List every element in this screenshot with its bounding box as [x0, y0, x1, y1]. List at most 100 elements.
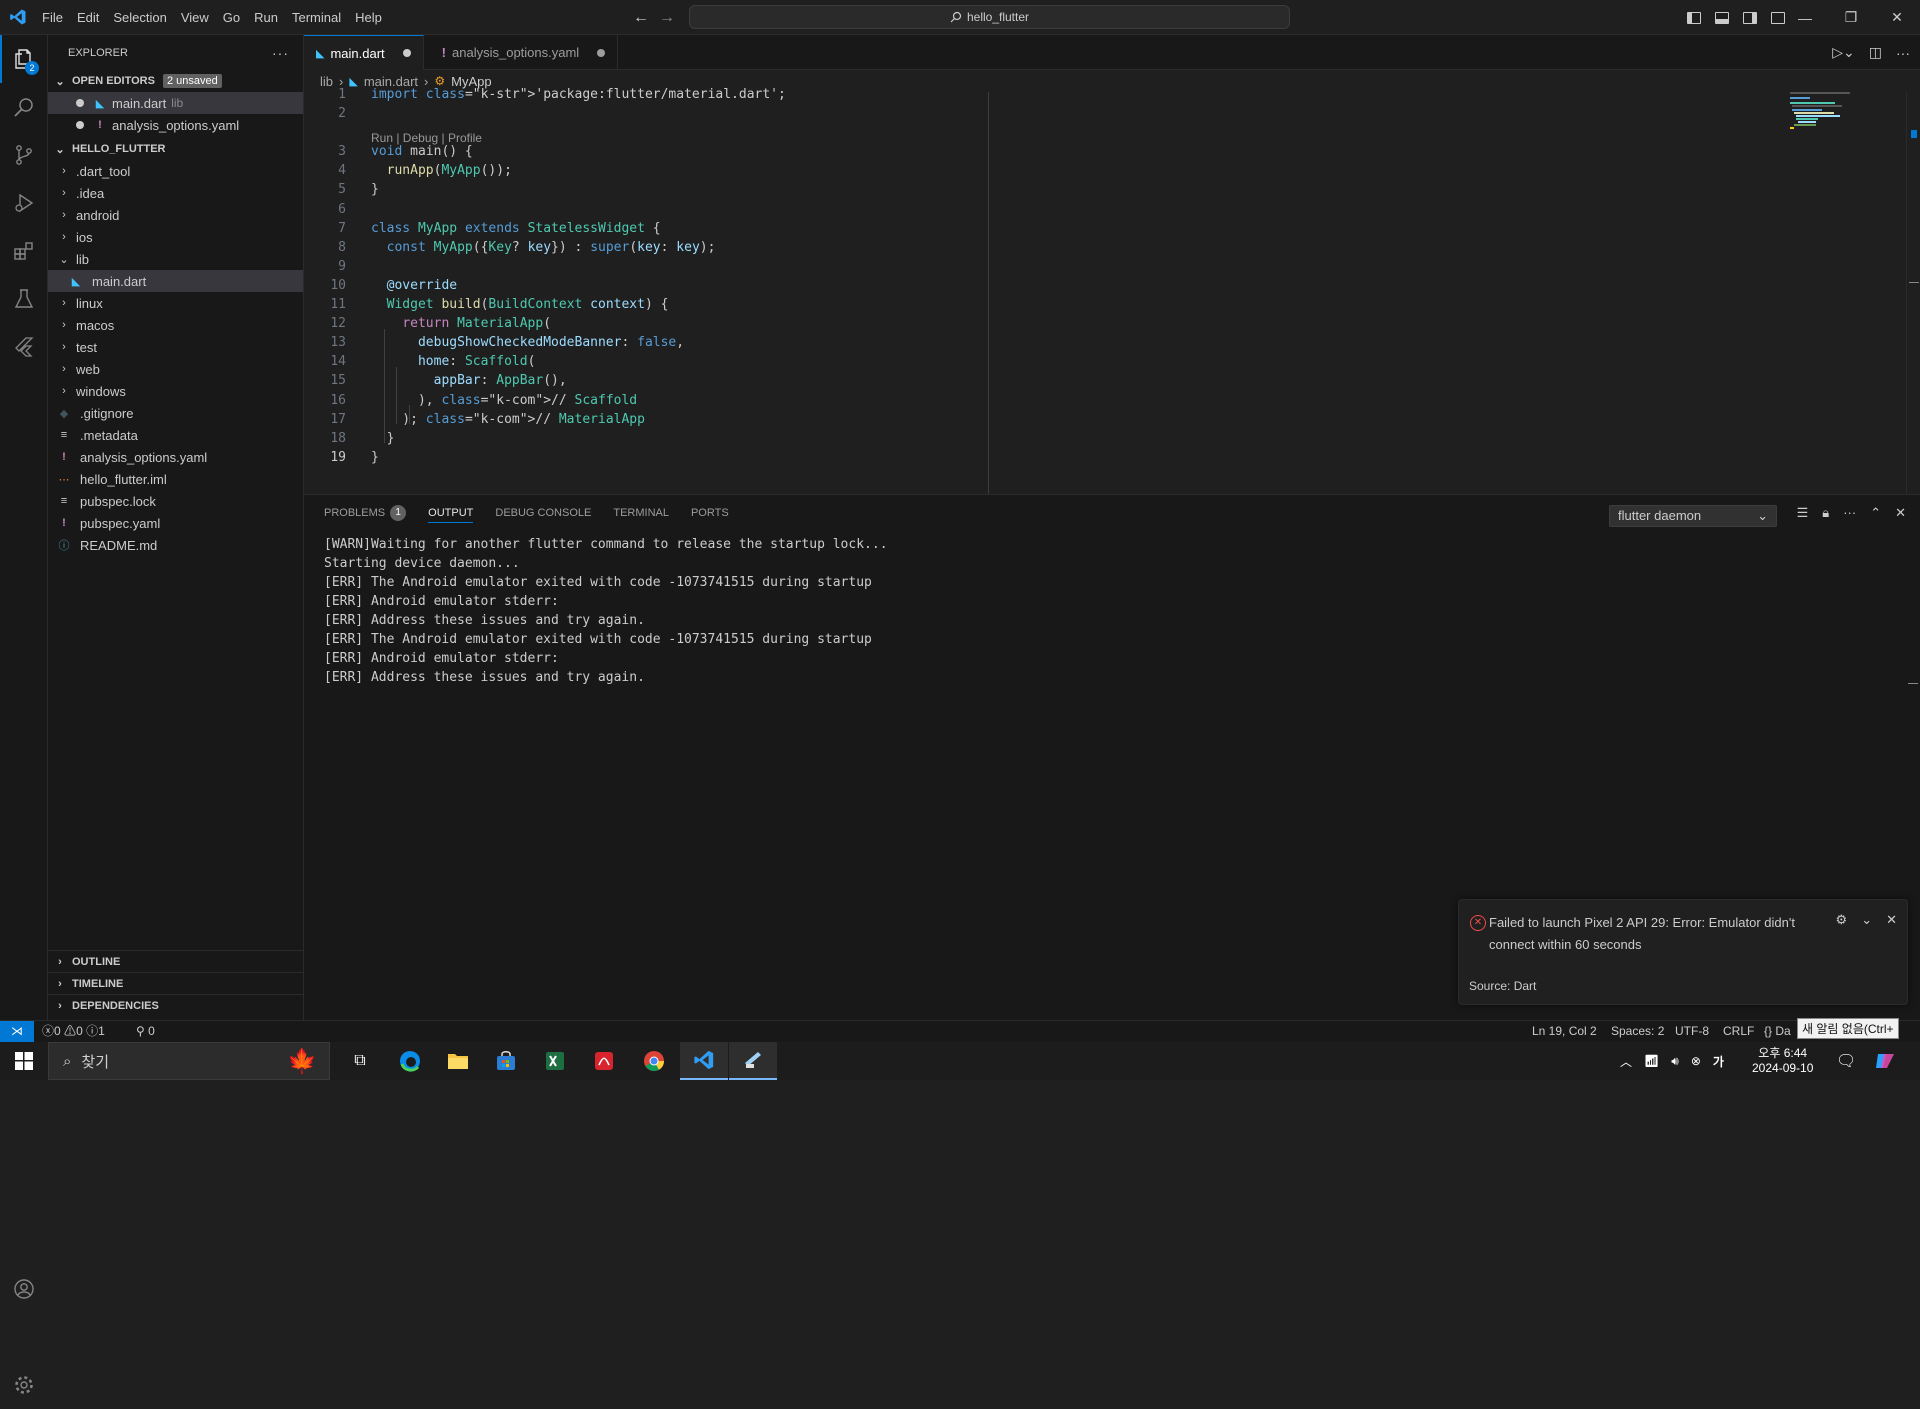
vscode-taskbar-icon[interactable]	[680, 1042, 728, 1080]
menu-go[interactable]: Go	[216, 0, 247, 35]
manage-gear-icon[interactable]	[0, 1361, 48, 1409]
testing-flask-icon[interactable]	[0, 275, 48, 323]
tree-item-windows[interactable]: › windows	[48, 380, 303, 402]
code-editor[interactable]: Run | Debug | Profile 1 import class="k-s…	[304, 87, 1920, 494]
windows-start-icon[interactable]	[0, 1042, 48, 1080]
extensions-icon[interactable]	[0, 227, 48, 275]
copilot-icon[interactable]	[1874, 1042, 1896, 1080]
output-channel-select[interactable]: flutter daemon ⌄	[1609, 505, 1777, 527]
tree-item-macos[interactable]: › macos	[48, 314, 303, 336]
panel-tab-output[interactable]: OUTPUT	[428, 503, 474, 523]
notification-settings-gear-icon[interactable]: ⚙	[1836, 912, 1848, 928]
back-arrow-icon[interactable]: ←	[628, 9, 654, 27]
output-log[interactable]: [WARN]Waiting for another flutter comman…	[324, 535, 888, 687]
lock-scroll-icon[interactable]: 🔒︎	[1822, 505, 1829, 521]
more-actions-icon[interactable]: ···	[272, 45, 289, 61]
timeline-section[interactable]: › TIMELINE	[48, 972, 304, 994]
panel-tab-ports[interactable]: PORTS	[691, 503, 729, 523]
microsoft-store-icon[interactable]	[482, 1042, 530, 1080]
tree-item-readme-md[interactable]: ⓘ README.md	[48, 534, 303, 556]
edge-browser-icon[interactable]	[386, 1042, 434, 1080]
tree-item-analysis-options-yaml[interactable]: ! analysis_options.yaml	[48, 446, 303, 468]
code-line[interactable]: 13 debugShowCheckedModeBanner: false,	[304, 333, 1784, 352]
mute-status-icon[interactable]: ⊗	[1691, 1054, 1701, 1068]
tree-item-hello-flutter-iml[interactable]: ⋯ hello_flutter.iml	[48, 468, 303, 490]
code-line[interactable]: 1 import class="k-str">'package:flutter/m…	[304, 85, 1784, 104]
panel-tab-problems[interactable]: PROBLEMS 1	[324, 503, 407, 523]
clear-output-icon[interactable]: ☰	[1797, 505, 1809, 521]
toggle-primary-sidebar-icon[interactable]	[1687, 11, 1701, 24]
tree-item-test[interactable]: › test	[48, 336, 303, 358]
code-line[interactable]: 9	[304, 257, 1784, 276]
code-line[interactable]: 11 Widget build(BuildContext context) {	[304, 295, 1784, 314]
excel-icon[interactable]	[531, 1042, 579, 1080]
android-emulator-icon[interactable]	[729, 1042, 777, 1080]
encoding-status[interactable]: UTF-8	[1675, 1021, 1709, 1042]
toggle-secondary-sidebar-icon[interactable]	[1743, 11, 1757, 24]
menu-view[interactable]: View	[174, 0, 216, 35]
unsaved-dot-icon[interactable]	[402, 49, 411, 57]
run-debug-dropdown-icon[interactable]: ▷⌄	[1832, 44, 1855, 61]
dependencies-section[interactable]: › DEPENDENCIES	[48, 994, 304, 1016]
tree-item-pubspec-lock[interactable]: ≡ pubspec.lock	[48, 490, 303, 512]
indentation-status[interactable]: Spaces: 2	[1611, 1021, 1664, 1042]
close-panel-icon[interactable]: ✕	[1895, 505, 1906, 521]
forward-arrow-icon[interactable]: →	[654, 9, 680, 27]
code-line[interactable]: 14 home: Scaffold(	[304, 352, 1784, 371]
close-notification-icon[interactable]: ✕	[1886, 912, 1897, 928]
problems-status[interactable]: ⓧ0 ⚠0 ⓘ1	[42, 1021, 105, 1042]
close-window-button[interactable]: ✕	[1874, 0, 1920, 35]
open-editor-main-dart[interactable]: ◣ main.dart lib	[48, 92, 303, 114]
code-line[interactable]: 15 appBar: AppBar(),	[304, 371, 1784, 390]
split-editor-icon[interactable]: ◫	[1869, 44, 1882, 61]
language-status[interactable]: {} Da	[1764, 1021, 1791, 1042]
cursor-position[interactable]: Ln 19, Col 2	[1532, 1021, 1597, 1042]
tree-item-lib[interactable]: ⌄ lib	[48, 248, 303, 270]
clock[interactable]: 오후 6:44 2024-09-10	[1752, 1042, 1813, 1080]
maximize-panel-icon[interactable]: ⌃	[1870, 505, 1881, 521]
code-line[interactable]: 4 runApp(MyApp());	[304, 161, 1784, 180]
flutter-icon[interactable]	[0, 323, 48, 371]
tree-item-gitignore[interactable]: ◆ .gitignore	[48, 402, 303, 424]
tree-item-ios[interactable]: › ios	[48, 226, 303, 248]
tree-item-idea[interactable]: › .idea	[48, 182, 303, 204]
chevron-down-icon[interactable]: ⌄	[1861, 912, 1872, 928]
minimize-button[interactable]: —	[1782, 0, 1828, 35]
search-icon[interactable]	[0, 83, 48, 131]
code-line[interactable]: 12 return MaterialApp(	[304, 314, 1784, 333]
ime-language-icon[interactable]: 가	[1713, 1053, 1724, 1070]
menu-edit[interactable]: Edit	[70, 0, 106, 35]
run-and-debug-icon[interactable]	[0, 179, 48, 227]
code-line[interactable]: 2	[304, 104, 1784, 123]
tree-item-linux[interactable]: › linux	[48, 292, 303, 314]
outline-section[interactable]: › OUTLINE	[48, 950, 304, 972]
code-line[interactable]: 3 void main() {	[304, 142, 1784, 161]
open-editors-section[interactable]: ⌄ OPEN EDITORS 2 unsaved	[48, 70, 303, 92]
panel-tab-terminal[interactable]: TERMINAL	[613, 503, 669, 523]
chrome-icon[interactable]	[630, 1042, 678, 1080]
toggle-panel-icon[interactable]	[1715, 11, 1729, 24]
explorer-icon[interactable]: 2	[0, 35, 48, 83]
accounts-icon[interactable]	[0, 1265, 48, 1313]
taskbar-search-box[interactable]: ⌕ 찾기 🍁	[48, 1042, 330, 1080]
command-center-search[interactable]: hello_flutter	[689, 5, 1290, 29]
pdf-reader-icon[interactable]	[580, 1042, 628, 1080]
tree-item-web[interactable]: › web	[48, 358, 303, 380]
menu-selection[interactable]: Selection	[106, 0, 173, 35]
minimap[interactable]	[1790, 92, 1905, 132]
code-line[interactable]: 6	[304, 200, 1784, 219]
code-line[interactable]: 5}	[304, 180, 1784, 199]
tree-item-metadata[interactable]: ≡ .metadata	[48, 424, 303, 446]
notification-center-icon[interactable]: 🗨︎	[1836, 1042, 1856, 1080]
file-explorer-icon[interactable]	[434, 1042, 482, 1080]
restore-button[interactable]: ❐	[1828, 0, 1874, 35]
code-line[interactable]: 8 const MyApp({Key? key}) : super(key: k…	[304, 238, 1784, 257]
network-icon[interactable]: 📶︎	[1644, 1054, 1659, 1068]
panel-tab-debug-console[interactable]: DEBUG CONSOLE	[495, 503, 591, 523]
remote-indicator-icon[interactable]: ⋊	[0, 1021, 34, 1043]
project-section[interactable]: ⌄ HELLO_FLUTTER	[48, 138, 303, 160]
tab-analysis-options[interactable]: ! analysis_options.yaml	[424, 35, 619, 70]
open-editor-analysis-options[interactable]: ! analysis_options.yaml	[48, 114, 303, 136]
code-line[interactable]: 16 ), class="k-com">// Scaffold	[304, 391, 1784, 410]
tree-item-android[interactable]: › android	[48, 204, 303, 226]
